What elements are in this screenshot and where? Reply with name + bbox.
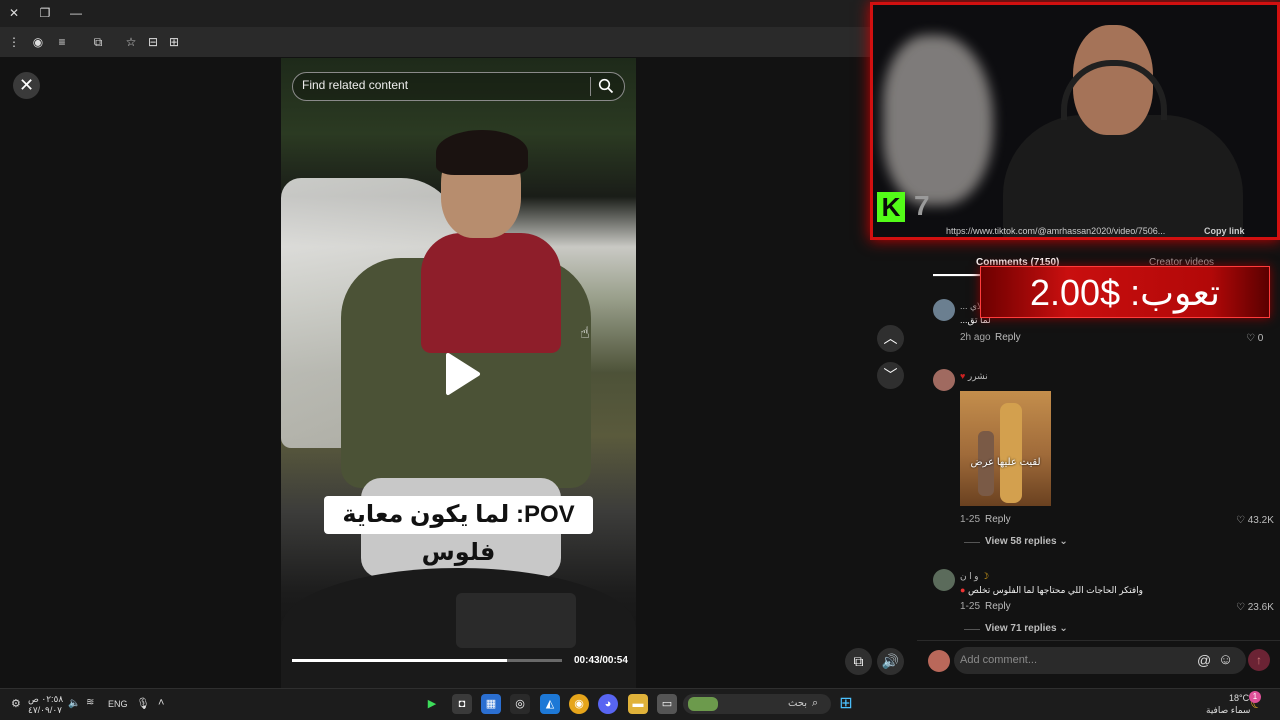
like-count: 43.2K xyxy=(1247,515,1274,526)
weather-temp[interactable]: 18°C xyxy=(1229,693,1249,703)
sad-emoji-icon: ● xyxy=(960,585,966,595)
video-scene-hoodie xyxy=(421,233,561,353)
progress-fill xyxy=(292,659,507,662)
collections-icon[interactable]: ⊞ xyxy=(165,33,183,51)
extensions-icon[interactable]: ⧉ xyxy=(89,33,107,51)
send-button[interactable]: ↑ xyxy=(1248,649,1270,671)
split-screen-icon[interactable]: ⊟ xyxy=(144,33,162,51)
window-restore-icon[interactable]: ❐ xyxy=(35,4,55,22)
language-indicator[interactable]: ENG xyxy=(108,699,128,709)
camera-app-icon[interactable]: ◘ xyxy=(452,694,472,714)
reply-button[interactable]: Reply xyxy=(995,332,1021,343)
discord-app-icon[interactable]: ◕ xyxy=(598,694,618,714)
like-button[interactable]: ♡ 23.6K xyxy=(1236,602,1274,613)
window-minimize-icon[interactable]: — xyxy=(66,4,86,22)
video-scene-wallet xyxy=(456,593,576,648)
related-search-placeholder: Find related content xyxy=(302,78,409,92)
replies-line xyxy=(964,629,980,630)
favorite-star-icon[interactable]: ☆ xyxy=(122,33,140,51)
heart-emoji-icon: ♥ xyxy=(960,371,966,381)
moon-emoji-icon: ☽ xyxy=(980,571,990,581)
notification-badge[interactable]: 1 xyxy=(1249,691,1261,703)
file-explorer-icon[interactable]: ▬ xyxy=(628,694,648,714)
video-scene-hair xyxy=(436,130,528,175)
task-view-icon[interactable]: ▭ xyxy=(657,694,677,714)
previous-video-button[interactable]: ︿ xyxy=(877,325,904,352)
overlay-url-text: https://www.tiktok.com/@amrhassan2020/vi… xyxy=(946,226,1166,236)
comment-user[interactable]: ☽ و ا ن xyxy=(960,571,989,582)
donation-alert: تعوب: $2.00 xyxy=(980,266,1270,318)
microphone-icon[interactable]: 🎙 xyxy=(136,697,150,710)
heart-icon: ♡ xyxy=(1236,602,1245,613)
wifi-icon[interactable]: ≋ xyxy=(86,697,94,708)
photos-app-icon[interactable]: ▦ xyxy=(481,694,501,714)
mouse-pointer-icon: ☝ xyxy=(580,325,590,342)
comment-image-caption: لقيت عليها عرض xyxy=(970,457,1041,468)
heart-icon: ♡ xyxy=(1246,333,1255,344)
comment-text: وافتكر الحاجات اللي محتاجها لما الفلوس ت… xyxy=(960,585,1144,595)
comment-time: 2h ago xyxy=(960,332,991,343)
reply-button[interactable]: Reply xyxy=(985,601,1011,612)
taskbar-search-text: بحث xyxy=(788,698,808,709)
window-close-icon[interactable]: ✕ xyxy=(4,4,24,22)
mention-icon[interactable]: @ xyxy=(1197,652,1211,668)
comment-time: 1-25 xyxy=(960,601,981,612)
view-replies-button[interactable]: View 58 replies ⌄ xyxy=(985,536,1068,547)
kick-logo: K xyxy=(877,192,905,222)
taskbar-search-icon: ⌕ xyxy=(812,697,819,709)
webcam-overlay xyxy=(870,2,1280,240)
close-video-button[interactable]: ✕ xyxy=(13,72,40,99)
weather-desc[interactable]: سماء صافية xyxy=(1206,705,1250,716)
heart-icon: ♡ xyxy=(1236,515,1245,526)
chrome-app-icon[interactable]: ◉ xyxy=(569,694,589,714)
store-app-icon[interactable]: ◭ xyxy=(540,694,560,714)
chevron-up-icon[interactable]: ˄ xyxy=(158,697,164,709)
replies-line xyxy=(964,542,980,543)
overlay-copy-link: Copy link xyxy=(1204,226,1245,236)
read-aloud-icon[interactable]: ≡ xyxy=(53,33,71,51)
chevron-down-icon: ⌄ xyxy=(1059,536,1068,547)
clock-time[interactable]: ٠٢:٥٨ ص xyxy=(28,694,63,705)
view-replies-button[interactable]: View 71 replies ⌄ xyxy=(985,623,1068,634)
add-comment-placeholder: Add comment... xyxy=(960,654,1038,666)
giraffe-figure xyxy=(1000,403,1022,503)
like-button[interactable]: ♡ 43.2K xyxy=(1236,515,1274,526)
media-player-icon[interactable]: ▶ xyxy=(422,694,442,714)
clock-date[interactable]: ٤٧/٠٩/٠٧ xyxy=(28,705,62,716)
like-count: 0 xyxy=(1257,333,1264,344)
like-button[interactable]: ♡ 0 xyxy=(1246,333,1263,344)
reply-button[interactable]: Reply xyxy=(985,514,1011,525)
chevron-down-icon: ⌄ xyxy=(1059,623,1068,634)
play-icon[interactable] xyxy=(442,352,482,396)
volume-icon[interactable]: 🔊 xyxy=(877,648,904,675)
video-caption: POV: لما يكون معاية فلوس xyxy=(324,496,593,566)
search-divider xyxy=(590,77,591,96)
avatar[interactable] xyxy=(933,369,955,391)
like-count: 23.6K xyxy=(1247,602,1274,613)
speaker-icon[interactable]: 🔈 xyxy=(68,698,80,709)
video-time: 00:43/00:54 xyxy=(574,655,628,666)
next-video-button[interactable]: ﹀ xyxy=(877,362,904,389)
menu-dots-icon[interactable]: ⋮ xyxy=(5,33,23,51)
comment-image[interactable] xyxy=(960,391,1051,506)
obs-app-icon[interactable]: ◎ xyxy=(510,694,530,714)
viewer-count: 7 xyxy=(914,190,930,221)
search-highlight-image xyxy=(688,697,718,711)
search-icon[interactable] xyxy=(598,78,614,94)
pip-icon[interactable]: ⧉ xyxy=(845,648,872,675)
network-settings-icon[interactable]: ⚙ xyxy=(11,697,21,710)
avatar[interactable] xyxy=(933,299,955,321)
voice-icon[interactable]: ◉ xyxy=(29,33,47,51)
comment-time: 1-25 xyxy=(960,514,981,525)
streamer-hand xyxy=(883,35,993,205)
windows-start-icon[interactable]: ⊞ xyxy=(836,694,856,714)
my-avatar xyxy=(928,650,950,672)
avatar[interactable] xyxy=(933,569,955,591)
comment-user[interactable]: نشرر ♥ xyxy=(960,371,988,382)
emoji-icon[interactable]: ☺ xyxy=(1218,651,1233,668)
